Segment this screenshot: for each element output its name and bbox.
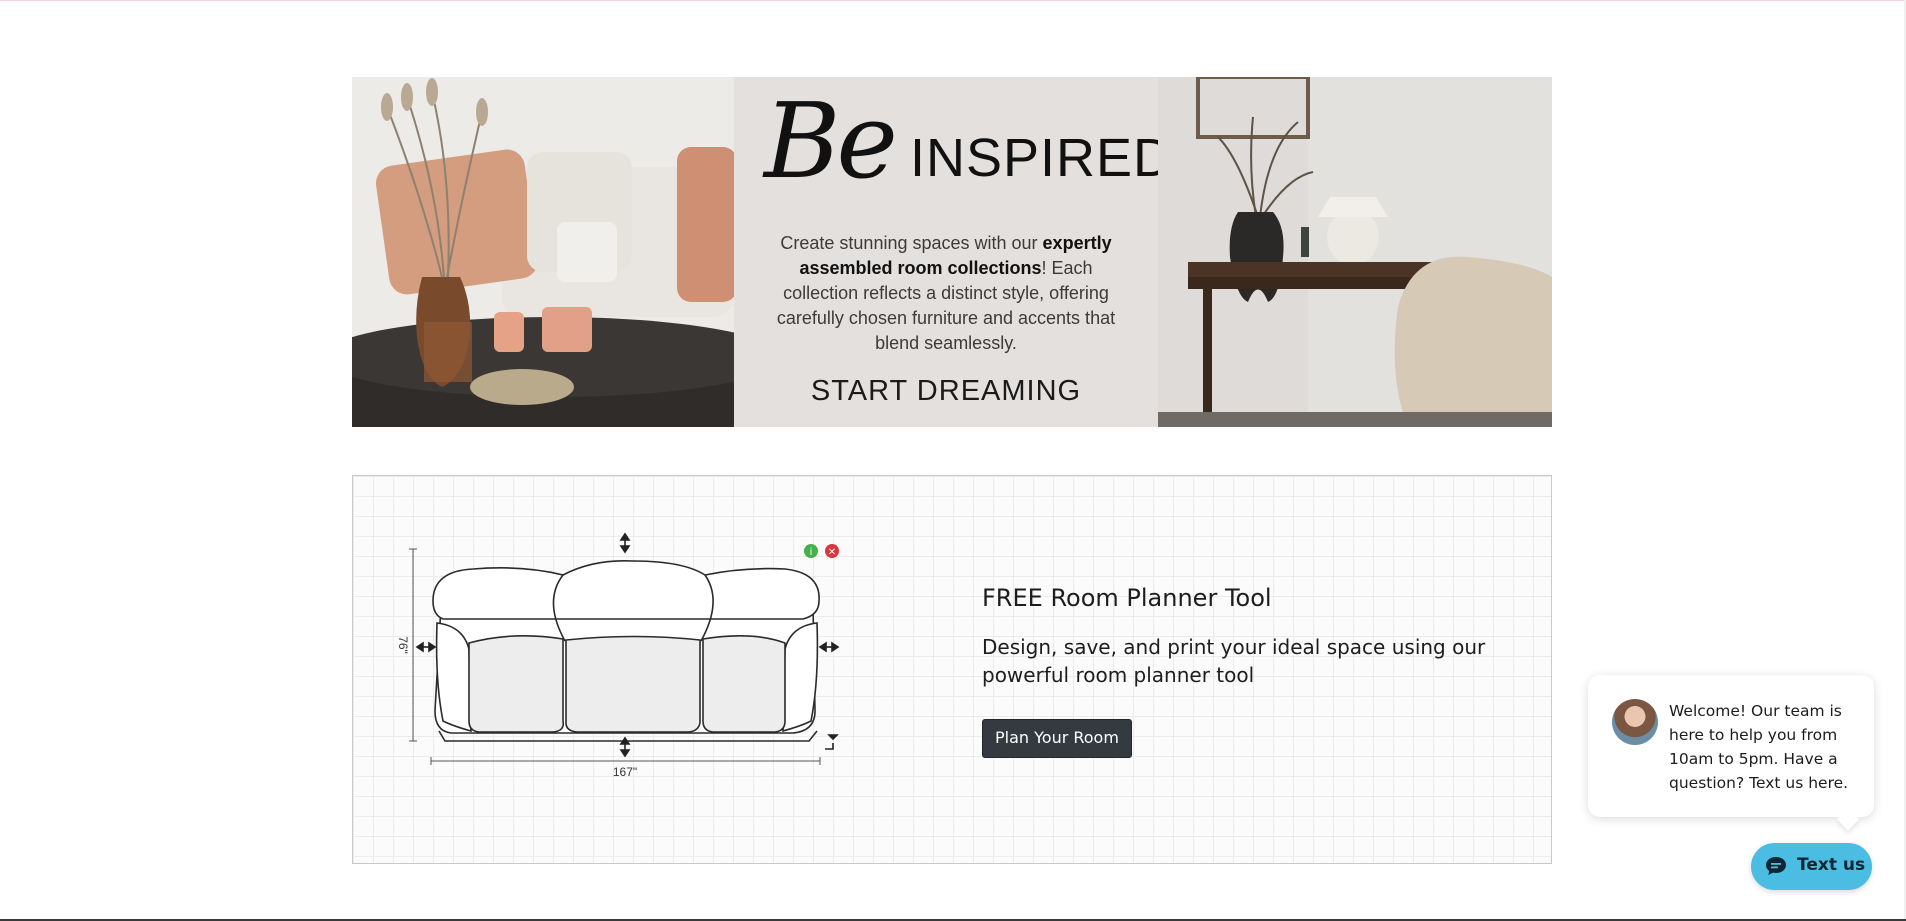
banner-heading: INSPIRED bbox=[910, 128, 1174, 188]
sofa-diagram[interactable]: 76" 167" i ✕ bbox=[393, 531, 843, 811]
text-us-label: Text us bbox=[1797, 855, 1866, 875]
agent-avatar bbox=[1612, 699, 1658, 745]
sofa-width-label: 167" bbox=[613, 765, 637, 779]
banner-text-panel: Be INSPIRED Create stunning spaces with … bbox=[734, 77, 1172, 427]
chat-icon bbox=[1766, 857, 1786, 875]
planner-description: Design, save, and print your ideal space… bbox=[982, 635, 1486, 687]
remove-icon[interactable]: ✕ bbox=[825, 544, 839, 558]
info-icon[interactable]: i bbox=[804, 544, 818, 558]
start-dreaming-link[interactable]: START DREAMING bbox=[734, 375, 1158, 408]
chat-welcome-text: Welcome! Our team is here to help you fr… bbox=[1669, 702, 1849, 792]
top-divider bbox=[0, 0, 1906, 1]
plan-your-room-button[interactable]: Plan Your Room bbox=[982, 719, 1132, 758]
planner-title: FREE Room Planner Tool bbox=[982, 584, 1272, 612]
banner-body-text: Create stunning spaces with our expertly… bbox=[776, 233, 1116, 353]
be-inspired-banner[interactable]: Be INSPIRED Create stunning spaces with … bbox=[352, 77, 1552, 427]
banner-heading-script: Be bbox=[764, 80, 898, 202]
svg-text:i: i bbox=[810, 547, 813, 558]
sofa-height-label: 76" bbox=[396, 636, 410, 654]
room-planner-section: 76" 167" i ✕ FREE Room Planner Tool Desi… bbox=[352, 475, 1552, 864]
svg-text:✕: ✕ bbox=[828, 547, 836, 558]
chat-welcome-bubble[interactable]: Welcome! Our team is here to help you fr… bbox=[1588, 675, 1874, 817]
text-us-button[interactable]: Text us bbox=[1751, 843, 1872, 890]
living-room-photo bbox=[352, 77, 734, 427]
console-table-photo bbox=[1158, 77, 1552, 427]
